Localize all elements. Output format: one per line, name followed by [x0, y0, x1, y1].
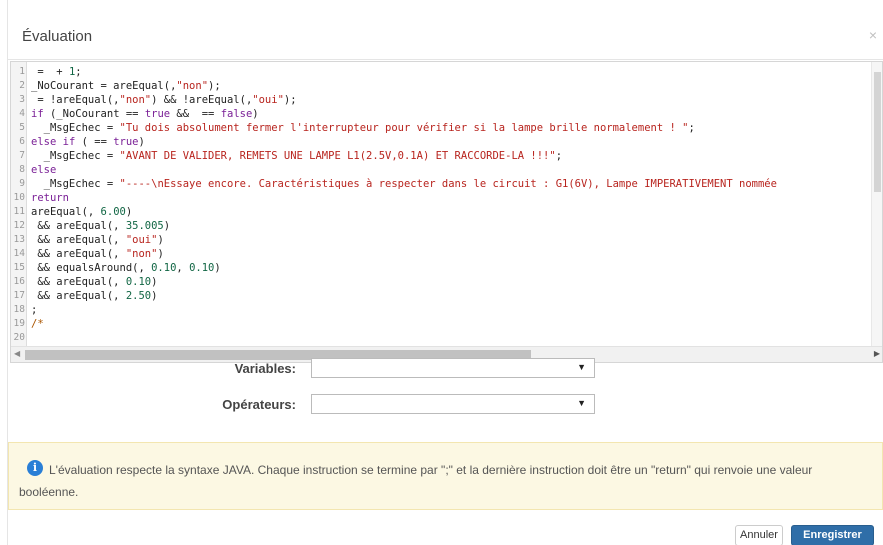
- line-number: 16: [13, 276, 25, 287]
- code-line[interactable]: 9 _MsgEchec = "----\nEssaye encore. Cara…: [11, 178, 871, 190]
- line-number: 14: [13, 248, 25, 259]
- code-text[interactable]: _MsgEchec = "----\nEssaye encore. Caract…: [31, 178, 777, 190]
- code-line[interactable]: 6 else if ( == true): [11, 136, 871, 148]
- code-text[interactable]: /*: [31, 318, 44, 330]
- operators-label: Opérateurs:: [222, 397, 296, 412]
- close-icon[interactable]: ×: [869, 27, 877, 43]
- page-left-edge: [0, 0, 8, 545]
- operators-select[interactable]: ▼: [311, 394, 595, 414]
- code-area[interactable]: 1 = + 1; 2 _NoCourant = areEqual(,"non"); 3…: [11, 62, 873, 346]
- code-line[interactable]: 19 /*: [11, 318, 871, 330]
- code-text[interactable]: && areEqual(, 0.10): [31, 276, 157, 288]
- code-line[interactable]: 11 areEqual(, 6.00): [11, 206, 871, 218]
- code-line[interactable]: 5 _MsgEchec = "Tu dois absolument fermer…: [11, 122, 871, 134]
- line-number: 11: [13, 206, 25, 217]
- line-number: 10: [13, 192, 25, 203]
- save-button[interactable]: Enregistrer: [791, 525, 874, 545]
- code-text[interactable]: _NoCourant = areEqual(,"non");: [31, 80, 221, 92]
- code-line[interactable]: 16 && areEqual(, 0.10): [11, 276, 871, 288]
- line-number: 13: [13, 234, 25, 245]
- line-number: 2: [19, 80, 25, 91]
- code-line[interactable]: 4 if (_NoCourant == true && == false): [11, 108, 871, 120]
- variables-select[interactable]: ▼: [311, 358, 595, 378]
- code-text[interactable]: && equalsAround(, 0.10, 0.10): [31, 262, 220, 274]
- code-line[interactable]: 10 return: [11, 192, 871, 204]
- code-line[interactable]: 1 = + 1;: [11, 66, 871, 78]
- chevron-down-icon: ▼: [577, 362, 586, 372]
- cancel-button[interactable]: Annuler: [735, 525, 783, 545]
- code-line[interactable]: 3 = !areEqual(,"non") && !areEqual(,"oui…: [11, 94, 871, 106]
- line-number: 5: [19, 122, 25, 133]
- code-text[interactable]: = !areEqual(,"non") && !areEqual(,"oui")…: [31, 94, 296, 106]
- line-number: 19: [13, 318, 25, 329]
- line-number: 3: [19, 94, 25, 105]
- code-text[interactable]: && areEqual(, 35.005): [31, 220, 170, 232]
- code-text[interactable]: areEqual(, 6.00): [31, 206, 132, 218]
- line-number: 18: [13, 304, 25, 315]
- info-text: L'évaluation respecte la syntaxe JAVA. C…: [19, 463, 813, 499]
- code-line[interactable]: 20: [11, 332, 871, 344]
- variables-label: Variables:: [234, 361, 296, 376]
- code-text[interactable]: && areEqual(, 2.50): [31, 290, 157, 302]
- line-number: 7: [19, 150, 25, 161]
- code-line[interactable]: 7 _MsgEchec = "AVANT DE VALIDER, REMETS …: [11, 150, 871, 162]
- line-number: 4: [19, 108, 25, 119]
- line-number: 6: [19, 136, 25, 147]
- code-text[interactable]: _MsgEchec = "Tu dois absolument fermer l…: [31, 122, 695, 134]
- code-text[interactable]: else: [31, 164, 56, 176]
- code-text[interactable]: && areEqual(, "non"): [31, 248, 163, 260]
- line-number: 8: [19, 164, 25, 175]
- code-line[interactable]: 12 && areEqual(, 35.005): [11, 220, 871, 232]
- line-number: 1: [19, 66, 25, 77]
- dialog-title: Évaluation: [22, 28, 93, 45]
- code-text[interactable]: return: [31, 192, 69, 204]
- operators-row: Opérateurs:: [8, 395, 296, 415]
- code-line[interactable]: 17 && areEqual(, 2.50): [11, 290, 871, 302]
- code-text[interactable]: && areEqual(, "oui"): [31, 234, 163, 246]
- code-text[interactable]: if (_NoCourant == true && == false): [31, 108, 259, 120]
- line-number: 20: [13, 332, 25, 343]
- code-text[interactable]: = + 1;: [31, 66, 81, 78]
- scroll-right-icon[interactable]: ▶: [874, 349, 880, 358]
- code-text[interactable]: _MsgEchec = "AVANT DE VALIDER, REMETS UN…: [31, 150, 562, 162]
- code-text[interactable]: else if ( == true): [31, 136, 145, 148]
- line-number: 9: [19, 178, 25, 189]
- vertical-scroll-thumb[interactable]: [874, 72, 881, 192]
- vertical-scrollbar[interactable]: [871, 62, 882, 346]
- line-number: 15: [13, 262, 25, 273]
- chevron-down-icon: ▼: [577, 398, 586, 408]
- code-line[interactable]: 8 else: [11, 164, 871, 176]
- evaluation-dialog: Évaluation × 1 = + 1; 2 _NoCourant = areEq…: [8, 14, 883, 545]
- code-line[interactable]: 15 && equalsAround(, 0.10, 0.10): [11, 262, 871, 274]
- variables-row: Variables:: [8, 359, 296, 379]
- code-line[interactable]: 2 _NoCourant = areEqual(,"non");: [11, 80, 871, 92]
- code-line[interactable]: 13 && areEqual(, "oui"): [11, 234, 871, 246]
- dialog-header: Évaluation ×: [8, 14, 883, 60]
- code-line[interactable]: 14 && areEqual(, "non"): [11, 248, 871, 260]
- scroll-left-icon[interactable]: ◀: [14, 349, 20, 358]
- code-editor[interactable]: 1 = + 1; 2 _NoCourant = areEqual(,"non"); 3…: [10, 61, 883, 363]
- line-number: 17: [13, 290, 25, 301]
- code-text[interactable]: ;: [31, 304, 37, 316]
- code-line[interactable]: 18;: [11, 304, 871, 316]
- info-alert: i L'évaluation respecte la syntaxe JAVA.…: [8, 442, 883, 510]
- line-number: 12: [13, 220, 25, 231]
